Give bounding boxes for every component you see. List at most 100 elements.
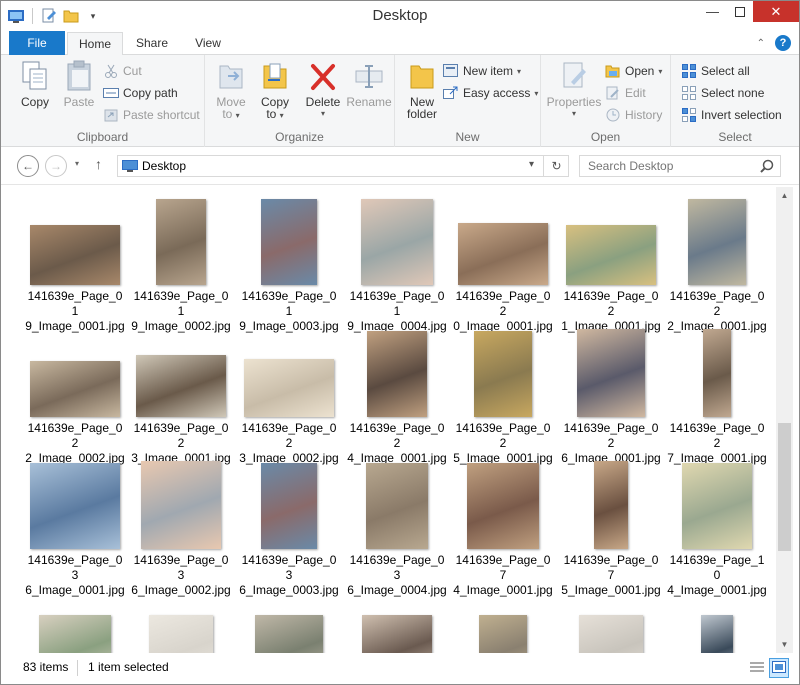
address-bar[interactable]: Desktop ▾ — [117, 155, 569, 177]
large-icons-view-button[interactable] — [769, 658, 789, 678]
close-button[interactable]: ✕ — [753, 1, 799, 22]
copy-to-button[interactable]: Copy to ▾ — [253, 59, 297, 121]
address-dropdown-icon[interactable]: ▾ — [529, 159, 534, 170]
file-item[interactable]: 141639e_Page_02 7_Image_0001.jpg — [667, 323, 767, 466]
copy-icon — [19, 59, 51, 93]
vertical-scrollbar[interactable]: ▲ ▼ — [776, 187, 793, 653]
open-icon — [605, 63, 621, 79]
photo-thumbnail — [361, 199, 433, 285]
thumbnail-frame — [25, 323, 125, 417]
group-open: Properties ▾ Open ▾ Edit History Open — [541, 55, 671, 147]
ribbon-tabs: File Home Share View ⌃ ? — [1, 31, 799, 56]
history-button[interactable]: History — [605, 105, 662, 125]
search-box[interactable] — [579, 155, 781, 177]
file-item[interactable]: 141639e_Page_02 3_Image_0002.jpg — [239, 323, 339, 466]
paste-shortcut-button[interactable]: Paste shortcut — [103, 105, 200, 125]
group-select: Select all Select none Invert selection … — [671, 55, 799, 147]
file-item[interactable]: 141639e_Page_02 0_Image_0001.jpg — [453, 191, 553, 334]
up-arrow-icon[interactable]: ↑ — [95, 156, 102, 172]
file-item[interactable]: 141639e_Page_01 9_Image_0002.jpg — [131, 191, 231, 334]
scroll-down-icon[interactable]: ▼ — [776, 636, 793, 653]
quick-access-toolbar: ▾ — [7, 7, 102, 25]
new-folder-icon[interactable] — [62, 7, 80, 25]
photo-thumbnail — [682, 463, 752, 549]
file-item[interactable]: 141639e_Page_07 5_Image_0001.jpg — [561, 455, 661, 598]
file-item[interactable]: 141639e_Page_10 4_Image_0001.jpg — [667, 455, 767, 598]
file-item[interactable]: 141639e_Page_02 2_Image_0001.jpg — [667, 191, 767, 334]
collapse-ribbon-icon[interactable]: ⌃ — [757, 38, 765, 49]
photo-thumbnail — [577, 329, 645, 417]
file-item[interactable]: 141639e_Page_01 9_Image_0001.jpg — [25, 191, 125, 334]
search-icon[interactable] — [760, 159, 774, 176]
photo-thumbnail — [566, 225, 656, 285]
tab-home[interactable]: Home — [67, 32, 123, 56]
move-to-button[interactable]: Move to ▾ — [209, 59, 253, 121]
file-item[interactable] — [561, 587, 661, 653]
file-item[interactable] — [667, 587, 767, 653]
thumbnail-frame — [239, 587, 339, 653]
open-button[interactable]: Open ▾ — [605, 61, 662, 81]
recent-locations-icon[interactable]: ▾ — [75, 159, 79, 168]
file-view[interactable]: 141639e_Page_01 9_Image_0001.jpg 141639e_P… — [1, 187, 775, 653]
customize-qat-icon[interactable]: ▾ — [84, 7, 102, 25]
explorer-app-icon[interactable] — [7, 7, 25, 25]
paste-button[interactable]: Paste — [57, 59, 101, 109]
search-input[interactable] — [586, 158, 756, 174]
new-folder-button[interactable]: New folder — [399, 59, 445, 120]
new-item-button[interactable]: New item ▾ — [443, 61, 521, 81]
file-item[interactable]: 141639e_Page_02 5_Image_0001.jpg — [453, 323, 553, 466]
file-item[interactable]: 141639e_Page_03 6_Image_0001.jpg — [25, 455, 125, 598]
edit-button[interactable]: Edit — [605, 83, 646, 103]
thumbnail-frame — [239, 455, 339, 549]
file-item[interactable]: 141639e_Page_03 6_Image_0003.jpg — [239, 455, 339, 598]
maximize-button[interactable] — [726, 1, 753, 22]
back-button[interactable]: ← — [17, 155, 39, 177]
delete-button[interactable]: Delete ▾ — [301, 59, 345, 119]
file-item[interactable]: 141639e_Page_02 4_Image_0001.jpg — [347, 323, 447, 466]
file-item[interactable] — [131, 587, 231, 653]
tab-share[interactable]: Share — [125, 32, 179, 55]
thumbnail-frame — [561, 587, 661, 653]
refresh-button[interactable]: ↻ — [543, 155, 569, 177]
file-item[interactable]: 141639e_Page_01 9_Image_0004.jpg — [347, 191, 447, 334]
select-none-button[interactable]: Select none — [681, 83, 764, 103]
file-item[interactable] — [347, 587, 447, 653]
select-all-button[interactable]: Select all — [681, 61, 750, 81]
properties-button[interactable]: Properties ▾ — [545, 59, 603, 119]
file-item[interactable] — [25, 587, 125, 653]
forward-button[interactable]: → — [45, 155, 67, 177]
help-icon[interactable]: ? — [775, 35, 791, 51]
scroll-up-icon[interactable]: ▲ — [776, 187, 793, 204]
file-item[interactable]: 141639e_Page_02 2_Image_0002.jpg — [25, 323, 125, 466]
file-item[interactable]: 141639e_Page_02 6_Image_0001.jpg — [561, 323, 661, 466]
file-name-line: 141639e_Page_02 — [349, 421, 445, 450]
file-item[interactable]: 141639e_Page_01 9_Image_0003.jpg — [239, 191, 339, 334]
cut-button[interactable]: Cut — [103, 61, 142, 81]
minimize-button[interactable]: — — [699, 1, 726, 22]
copy-button[interactable]: Copy — [13, 59, 57, 109]
file-item[interactable]: 141639e_Page_03 6_Image_0004.jpg — [347, 455, 447, 598]
details-view-button[interactable] — [747, 658, 767, 678]
file-item[interactable]: 141639e_Page_03 6_Image_0002.jpg — [131, 455, 231, 598]
scroll-thumb[interactable] — [778, 423, 791, 551]
file-item[interactable]: 141639e_Page_02 1_Image_0001.jpg — [561, 191, 661, 334]
photo-thumbnail — [156, 199, 206, 285]
file-item[interactable] — [453, 587, 553, 653]
easy-access-button[interactable]: Easy access ▾ — [443, 83, 538, 103]
file-item[interactable] — [239, 587, 339, 653]
file-name-line: 141639e_Page_02 — [563, 289, 659, 318]
file-item[interactable]: 141639e_Page_02 3_Image_0001.jpg — [131, 323, 231, 466]
item-count: 83 items — [23, 660, 69, 674]
selection-count: 1 item selected — [88, 660, 169, 674]
tab-file[interactable]: File — [9, 31, 65, 55]
tab-view[interactable]: View — [181, 32, 235, 55]
file-item[interactable]: 141639e_Page_07 4_Image_0001.jpg — [453, 455, 553, 598]
invert-selection-button[interactable]: Invert selection — [681, 105, 782, 125]
rename-button[interactable]: Rename — [345, 59, 393, 109]
photo-thumbnail — [136, 355, 226, 417]
thumbnail-frame — [239, 191, 339, 285]
photo-thumbnail — [479, 615, 527, 653]
paste-shortcut-icon — [103, 107, 119, 123]
properties-icon[interactable] — [40, 7, 58, 25]
copy-path-button[interactable]: Copy path — [103, 83, 178, 103]
